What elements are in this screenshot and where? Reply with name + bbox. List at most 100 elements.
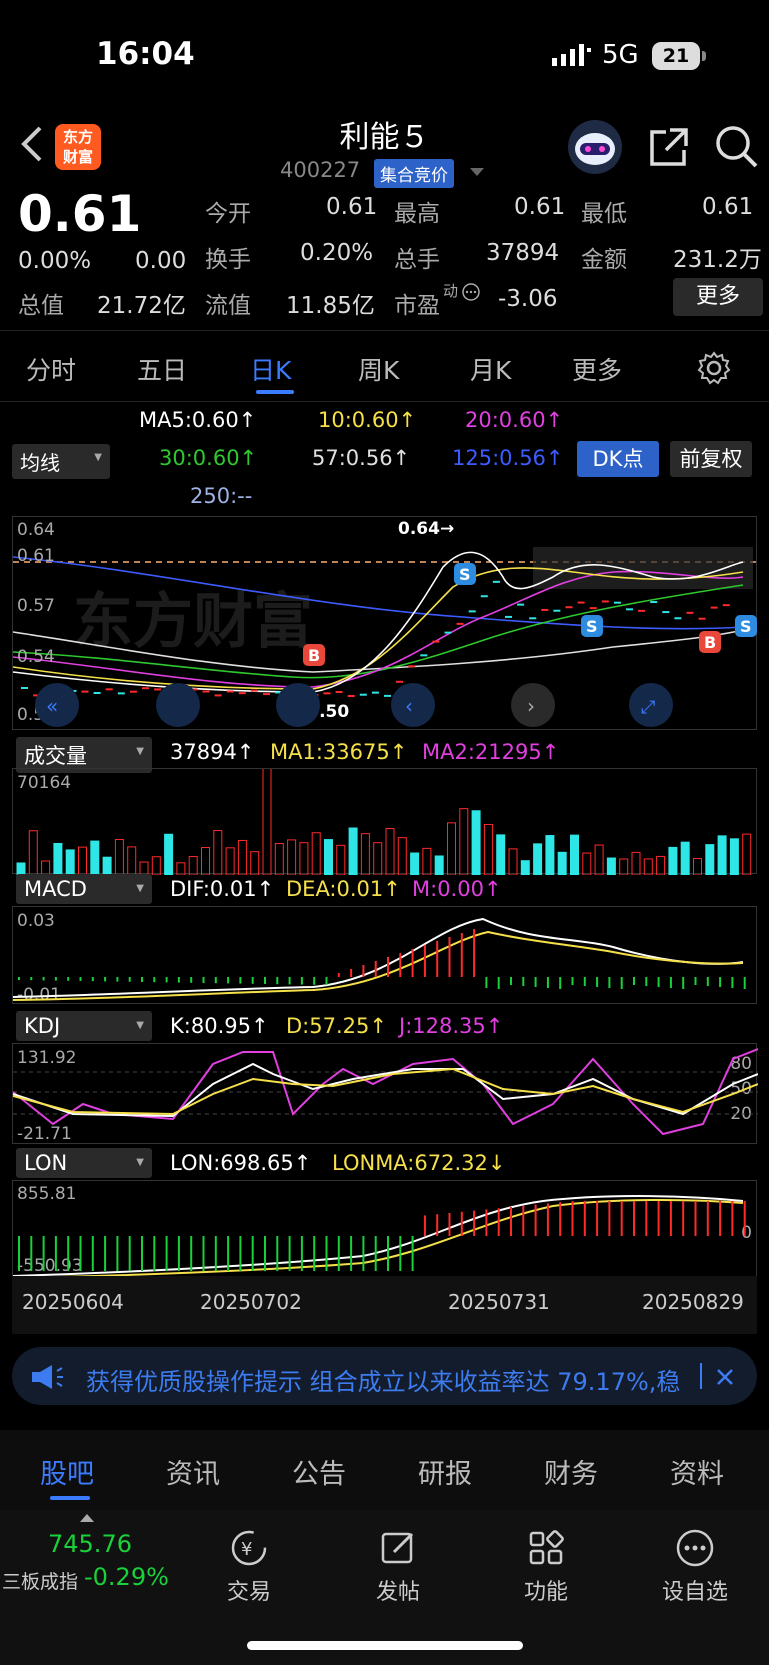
trade-button[interactable]: ¥ 交易 — [199, 1528, 299, 1606]
content-tabs: 股吧 资讯 公告 研报 财务 资料 — [0, 1430, 769, 1510]
zoom-out-button[interactable] — [156, 683, 200, 727]
tab-five-day[interactable]: 五日 — [137, 351, 187, 387]
trade-label: 交易 — [226, 1580, 271, 1605]
volume-bar — [373, 842, 383, 875]
scroll-right-button[interactable]: › — [511, 683, 555, 727]
share-icon[interactable] — [648, 126, 690, 168]
dea-line — [13, 930, 744, 1001]
volume-bar — [78, 846, 87, 875]
sell-marker[interactable]: S — [735, 615, 757, 637]
volume-bar — [570, 834, 579, 875]
volume-bar — [717, 835, 727, 875]
volume-bar — [262, 769, 272, 875]
tab-weekly-k[interactable]: 周K — [358, 351, 399, 387]
more-dots-icon — [676, 1529, 714, 1567]
candle — [21, 687, 28, 689]
low-value: 0.61 — [702, 194, 754, 220]
search-icon[interactable] — [714, 124, 760, 170]
tab-more[interactable]: 更多 — [572, 351, 622, 387]
date-label: 20250829 — [642, 1290, 744, 1314]
lon-selector[interactable]: LON ▼ — [16, 1148, 152, 1178]
svg-text:›: › — [527, 694, 535, 718]
kdj-d: D:57.25↑ — [286, 1014, 387, 1038]
candle — [626, 608, 633, 611]
volume-bar — [28, 830, 38, 875]
tab-announcements[interactable]: 公告 — [292, 1452, 346, 1491]
more-button[interactable]: 更多 — [673, 278, 763, 316]
scroll-first-button[interactable]: « — [35, 683, 79, 727]
tab-finance[interactable]: 财务 — [544, 1452, 598, 1491]
macd-dif: DIF:0.01↑ — [170, 877, 275, 901]
period-tabs: 分时 五日 日K 周K 月K 更多 — [0, 330, 769, 402]
volume-bar — [631, 851, 641, 875]
functions-label: 功能 — [523, 1580, 568, 1605]
volume-bar — [447, 822, 456, 875]
banner-text: 获得优质股操作提示 组合成立以来收益率达 79.17%,稳 — [86, 1368, 681, 1396]
buy-marker[interactable]: B — [303, 644, 325, 666]
tab-intraday[interactable]: 分时 — [26, 351, 76, 387]
fullscreen-button[interactable]: ⤢ — [629, 683, 673, 727]
sell-marker[interactable]: S — [581, 615, 603, 637]
close-icon[interactable] — [716, 1368, 734, 1386]
candle — [553, 609, 561, 612]
candle — [117, 692, 125, 695]
add-watchlist-button[interactable]: 设自选 — [645, 1528, 745, 1606]
kdj-chart[interactable]: 131.92 -21.71 80 50 20 — [12, 1043, 758, 1144]
tab-research[interactable]: 研报 — [418, 1452, 472, 1491]
settings-gear-icon[interactable] — [697, 351, 731, 385]
macd-selector[interactable]: MACD ▼ — [16, 874, 152, 904]
kdj-k: K:80.95↑ — [170, 1014, 269, 1038]
pe-tag: 动 — [443, 282, 459, 300]
dk-point-button[interactable]: DK点 — [577, 441, 659, 477]
yen-icon: ¥ — [231, 1530, 267, 1566]
svg-text:S: S — [586, 617, 598, 636]
megaphone-icon — [32, 1365, 63, 1389]
kdj-selector[interactable]: KDJ ▼ — [16, 1011, 152, 1041]
volume-bar — [557, 851, 567, 875]
dif-line — [13, 917, 744, 998]
call-auction-badge: 集合竞价 — [374, 159, 454, 188]
volume-bar — [471, 810, 481, 875]
volume-chart[interactable]: 70164 — [12, 768, 757, 875]
zoom-in-button[interactable] — [276, 683, 320, 727]
dropdown-icon: ▼ — [136, 746, 144, 757]
tab-forum[interactable]: 股吧 — [40, 1452, 94, 1491]
post-button[interactable]: 发帖 — [348, 1528, 448, 1606]
volume-bar — [237, 839, 247, 875]
svg-text:«: « — [46, 694, 58, 718]
robot-avatar-icon[interactable] — [566, 118, 624, 176]
kline-chart[interactable]: 东方财富 0.64 0.61 0.57 0.54 0.50 0.64→ ←0.5… — [12, 516, 758, 730]
index-value[interactable]: 745.76 — [48, 1530, 132, 1558]
date-axis: 20250604 20250702 20250731 20250829 — [12, 1276, 757, 1334]
index-name: 三板成指 — [2, 1571, 79, 1593]
candle — [577, 601, 585, 604]
svg-text:S: S — [740, 617, 752, 636]
ma250-legend: 250:-- — [190, 484, 253, 508]
scroll-left-button[interactable]: ‹ — [391, 683, 435, 727]
ma125-legend: 125:0.56↑ — [452, 446, 564, 470]
volume-bar — [188, 856, 198, 875]
lon-chart[interactable]: 855.81 -550.93 0 — [12, 1180, 757, 1277]
functions-button[interactable]: 功能 — [496, 1528, 596, 1606]
dropdown-icon: ▼ — [136, 1020, 144, 1031]
dropdown-icon[interactable] — [470, 168, 484, 178]
svg-text:¥: ¥ — [241, 1539, 252, 1560]
tab-profile[interactable]: 资料 — [670, 1452, 724, 1491]
candle — [589, 607, 597, 610]
macd-chart[interactable]: 0.03 -0.01 — [12, 906, 757, 1005]
buy-marker[interactable]: B — [699, 631, 721, 653]
adjust-button[interactable]: 前复权 — [670, 441, 752, 477]
candle — [323, 692, 331, 695]
tab-monthly-k[interactable]: 月K — [470, 351, 511, 387]
info-icon[interactable] — [462, 283, 480, 301]
tab-daily-k[interactable]: 日K — [250, 351, 291, 387]
candle — [238, 692, 246, 695]
volume-bar — [533, 843, 543, 875]
sell-marker[interactable]: S — [454, 563, 476, 585]
candle — [613, 601, 621, 604]
ma-selector[interactable]: 均线 ▼ — [12, 444, 110, 479]
tab-news[interactable]: 资讯 — [166, 1452, 220, 1491]
volume-bar — [225, 847, 235, 875]
signal-icon — [552, 44, 591, 66]
volume-value: 37894 — [486, 240, 560, 266]
